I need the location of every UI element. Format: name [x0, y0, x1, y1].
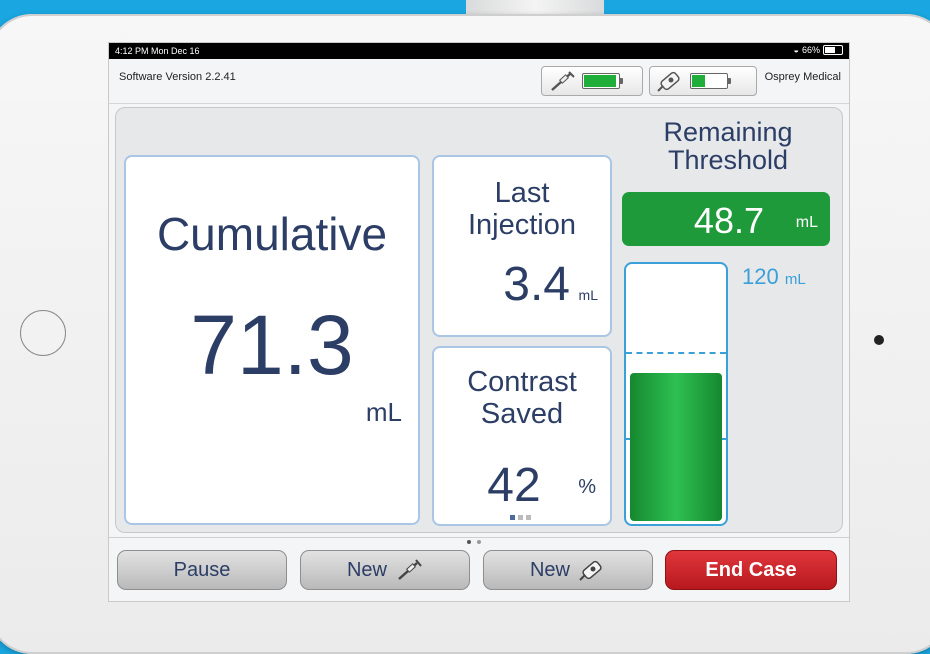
last-injection-label: Last Injection [434, 177, 610, 241]
new-syringe-label: New [346, 558, 387, 581]
syringe-battery-icon [582, 73, 623, 89]
remaining-value: 48.7 [693, 200, 764, 241]
gauge-fill [630, 373, 722, 521]
battery-percent: 66% [801, 45, 820, 55]
pause-button-label: Pause [173, 558, 231, 581]
bottom-toolbar: Pause New New End Case [109, 537, 849, 601]
injector-icon [657, 71, 680, 92]
software-version: Software Version 2.2.41 [119, 71, 236, 83]
camera-dot [874, 335, 884, 345]
page-dot [526, 515, 531, 520]
status-time: 4:12 PM Mon Dec 16 [115, 46, 200, 56]
pause-button[interactable]: Pause [117, 550, 287, 590]
new-injector-button[interactable]: New [483, 550, 653, 590]
gauge-marker-upper [626, 352, 726, 354]
page-dot [518, 515, 523, 520]
threshold-limit-unit: mL [784, 271, 806, 288]
remaining-unit: mL [795, 214, 818, 231]
brand-name: Osprey Medical [764, 71, 841, 83]
pager-dot [467, 540, 471, 544]
cumulative-unit: mL [365, 397, 402, 427]
threshold-gauge [624, 262, 728, 526]
wifi-icon: ◒ [793, 45, 799, 55]
dashboard-panel: Cumulative 71.3 mL Last Injection 3.4 mL… [115, 107, 843, 533]
contrast-saved-card[interactable]: Contrast Saved 42 % [432, 346, 612, 526]
app-header: Software Version 2.2.41 Osprey Medical [109, 59, 849, 104]
end-case-button[interactable]: End Case [665, 550, 837, 590]
last-injection-label-line1: Last [494, 177, 550, 209]
last-injection-label-line2: Injection [467, 209, 576, 241]
contrast-saved-label-line1: Contrast [467, 366, 577, 398]
syringe-icon [551, 71, 575, 91]
page-dot [510, 515, 515, 520]
contrast-saved-unit: % [578, 476, 596, 498]
new-injector-label: New [529, 558, 570, 581]
threshold-title-line1: Remaining [663, 117, 793, 147]
threshold-limit-value: 120 [742, 264, 779, 289]
cumulative-card: Cumulative 71.3 mL [124, 155, 420, 525]
threshold-limit: 120 mL [742, 264, 806, 290]
app-screen: 4:12 PM Mon Dec 16 ◒ 66% Software Versio… [108, 42, 850, 602]
injector-icon [579, 560, 602, 581]
home-button[interactable] [20, 310, 66, 356]
last-injection-value: 3.4 [503, 258, 570, 311]
last-injection-unit: mL [578, 287, 598, 303]
injector-battery-icon [690, 73, 731, 89]
contrast-saved-label-line2: Saved [480, 398, 564, 430]
cumulative-label: Cumulative [156, 208, 388, 260]
threshold-title-line2: Threshold [667, 145, 789, 175]
cumulative-value: 71.3 [190, 298, 354, 392]
injector-device-status[interactable] [649, 66, 757, 96]
threshold-title: Remaining Threshold [630, 118, 826, 174]
toolbar-page-indicator[interactable] [467, 540, 481, 544]
remaining-threshold-box: 48.7 mL [622, 192, 830, 246]
battery-icon [823, 45, 843, 55]
status-bar: 4:12 PM Mon Dec 16 ◒ 66% [109, 43, 849, 59]
last-injection-card: Last Injection 3.4 mL [432, 155, 612, 337]
pager-dot [477, 540, 481, 544]
syringe-icon [398, 559, 422, 580]
contrast-saved-label: Contrast Saved [434, 366, 610, 430]
card-page-indicator[interactable] [510, 515, 531, 520]
new-syringe-button[interactable]: New [300, 550, 470, 590]
syringe-device-status[interactable] [541, 66, 643, 96]
end-case-label: End Case [705, 558, 797, 581]
status-right: ◒ 66% [794, 45, 843, 55]
